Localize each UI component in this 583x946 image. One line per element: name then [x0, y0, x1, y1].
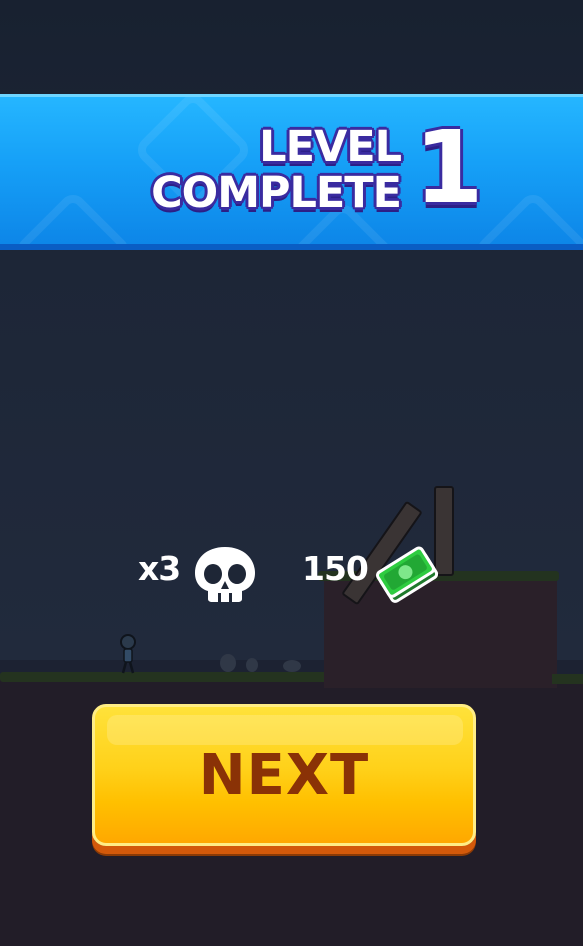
next-button-label: NEXT	[198, 742, 370, 808]
banner-decoration	[472, 189, 583, 244]
cash-amount: 150	[302, 549, 369, 588]
stone	[283, 660, 301, 672]
skull-icon	[195, 547, 255, 602]
cash-stack-icon	[376, 546, 438, 603]
title-line-level: LEVEL	[259, 122, 402, 172]
next-button-gloss	[107, 715, 463, 745]
grass-strip-left	[0, 672, 330, 682]
level-complete-title: LEVEL COMPLETE	[151, 122, 402, 218]
title-line-complete: COMPLETE	[151, 168, 402, 218]
level-number: 1	[414, 109, 484, 226]
stone	[246, 658, 258, 672]
kills-count: x3	[138, 549, 181, 588]
grass-strip-right	[552, 674, 583, 684]
banner-decoration	[12, 189, 134, 244]
stone	[220, 654, 236, 672]
next-button[interactable]: NEXT	[92, 704, 476, 846]
stickman-character	[120, 634, 136, 674]
